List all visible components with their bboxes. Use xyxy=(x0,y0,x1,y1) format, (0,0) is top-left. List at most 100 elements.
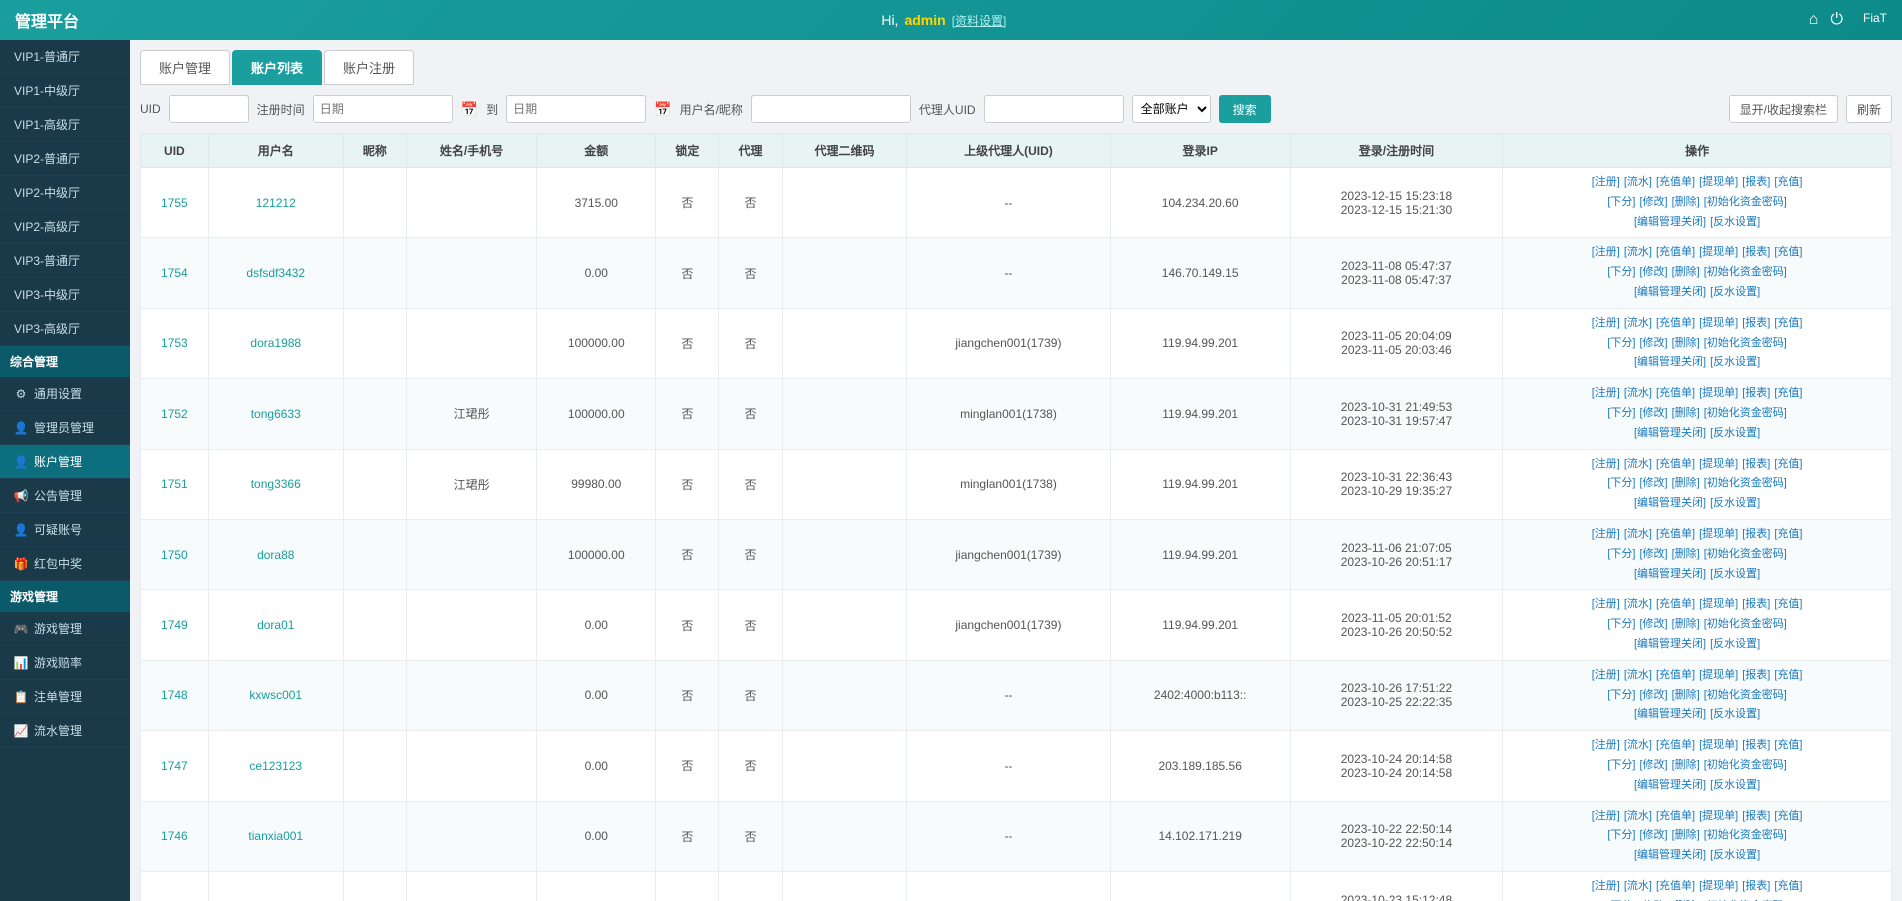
action-初始化资金密码-link[interactable]: [初始化资金密码] xyxy=(1704,407,1787,419)
date-from-calendar-icon[interactable]: 📅 xyxy=(461,101,478,118)
action-提现单-link[interactable]: [提现单] xyxy=(1699,387,1738,399)
uid-cell-link[interactable]: 1749 xyxy=(161,618,188,632)
action-初始化资金密码-link[interactable]: [初始化资金密码] xyxy=(1704,477,1787,489)
action-流水-link[interactable]: [流水] xyxy=(1624,176,1652,188)
action-流水-link[interactable]: [流水] xyxy=(1624,528,1652,540)
action-充值-link[interactable]: [充值] xyxy=(1774,458,1802,470)
action-提现单-link[interactable]: [提现单] xyxy=(1699,458,1738,470)
action-下分-link[interactable]: [下分] xyxy=(1607,266,1635,278)
action-流水-link[interactable]: [流水] xyxy=(1624,810,1652,822)
username-cell-link[interactable]: dsfsdf3432 xyxy=(246,266,305,280)
action-下分-link[interactable]: [下分] xyxy=(1607,618,1635,630)
username-cell-link[interactable]: tong3366 xyxy=(251,477,301,491)
action-删除-link[interactable]: [删除] xyxy=(1672,477,1700,489)
action-报表-link[interactable]: [报表] xyxy=(1742,246,1770,258)
action-报表-link[interactable]: [报表] xyxy=(1742,387,1770,399)
action-充值单-link[interactable]: [充值单] xyxy=(1656,387,1695,399)
action-充值-link[interactable]: [充值] xyxy=(1774,810,1802,822)
sidebar-item-notice-management[interactable]: 📢公告管理 xyxy=(0,479,130,513)
uid-cell-link[interactable]: 1747 xyxy=(161,759,188,773)
tab-account-mgmt[interactable]: 账户管理 xyxy=(140,50,230,85)
uid-cell-link[interactable]: 1755 xyxy=(161,196,188,210)
action-修改-link[interactable]: [修改] xyxy=(1639,829,1667,841)
action-修改-link[interactable]: [修改] xyxy=(1639,337,1667,349)
action-初始化资金密码-link[interactable]: [初始化资金密码] xyxy=(1704,759,1787,771)
action-编辑管理关闭-link[interactable]: [编辑管理关闭] xyxy=(1634,708,1706,720)
action-充值单-link[interactable]: [充值单] xyxy=(1656,246,1695,258)
action-充值-link[interactable]: [充值] xyxy=(1774,880,1802,892)
action-充值-link[interactable]: [充值] xyxy=(1774,387,1802,399)
action-初始化资金密码-link[interactable]: [初始化资金密码] xyxy=(1704,689,1787,701)
action-报表-link[interactable]: [报表] xyxy=(1742,669,1770,681)
action-删除-link[interactable]: [删除] xyxy=(1672,266,1700,278)
action-流水-link[interactable]: [流水] xyxy=(1624,387,1652,399)
action-删除-link[interactable]: [删除] xyxy=(1672,548,1700,560)
refresh-button[interactable]: 刷新 xyxy=(1846,95,1892,123)
sidebar-item-redpacket-win[interactable]: 🎁红包中奖 xyxy=(0,547,130,581)
action-删除-link[interactable]: [删除] xyxy=(1672,407,1700,419)
sidebar-item-vip3-mid[interactable]: VIP3-中级厅 xyxy=(0,278,130,312)
action-注册-link[interactable]: [注册] xyxy=(1592,880,1620,892)
action-报表-link[interactable]: [报表] xyxy=(1742,739,1770,751)
uid-cell-link[interactable]: 1751 xyxy=(161,477,188,491)
action-反水设置-link[interactable]: [反水设置] xyxy=(1710,286,1760,298)
action-注册-link[interactable]: [注册] xyxy=(1592,176,1620,188)
action-报表-link[interactable]: [报表] xyxy=(1742,528,1770,540)
action-删除-link[interactable]: [删除] xyxy=(1672,337,1700,349)
action-充值-link[interactable]: [充值] xyxy=(1774,317,1802,329)
action-编辑管理关闭-link[interactable]: [编辑管理关闭] xyxy=(1634,638,1706,650)
action-提现单-link[interactable]: [提现单] xyxy=(1699,528,1738,540)
action-提现单-link[interactable]: [提现单] xyxy=(1699,669,1738,681)
action-修改-link[interactable]: [修改] xyxy=(1639,407,1667,419)
action-提现单-link[interactable]: [提现单] xyxy=(1699,880,1738,892)
sidebar-item-vip2-normal[interactable]: VIP2-普通厅 xyxy=(0,142,130,176)
action-注册-link[interactable]: [注册] xyxy=(1592,810,1620,822)
action-初始化资金密码-link[interactable]: [初始化资金密码] xyxy=(1704,548,1787,560)
sidebar-item-vip1-high[interactable]: VIP1-高级厅 xyxy=(0,108,130,142)
action-注册-link[interactable]: [注册] xyxy=(1592,598,1620,610)
action-修改-link[interactable]: [修改] xyxy=(1639,477,1667,489)
action-注册-link[interactable]: [注册] xyxy=(1592,458,1620,470)
action-报表-link[interactable]: [报表] xyxy=(1742,880,1770,892)
username-input[interactable] xyxy=(751,95,911,123)
action-初始化资金密码-link[interactable]: [初始化资金密码] xyxy=(1704,266,1787,278)
action-修改-link[interactable]: [修改] xyxy=(1639,196,1667,208)
action-充值-link[interactable]: [充值] xyxy=(1774,176,1802,188)
action-充值单-link[interactable]: [充值单] xyxy=(1656,880,1695,892)
action-流水-link[interactable]: [流水] xyxy=(1624,317,1652,329)
action-删除-link[interactable]: [删除] xyxy=(1672,196,1700,208)
action-报表-link[interactable]: [报表] xyxy=(1742,598,1770,610)
action-流水-link[interactable]: [流水] xyxy=(1624,739,1652,751)
sidebar-item-vip2-mid[interactable]: VIP2-中级厅 xyxy=(0,176,130,210)
action-充值单-link[interactable]: [充值单] xyxy=(1656,669,1695,681)
action-充值-link[interactable]: [充值] xyxy=(1774,739,1802,751)
sidebar-item-general-settings[interactable]: ⚙通用设置 xyxy=(0,377,130,411)
action-充值单-link[interactable]: [充值单] xyxy=(1656,739,1695,751)
sidebar-item-suspicious-account[interactable]: 👤可疑账号 xyxy=(0,513,130,547)
action-编辑管理关闭-link[interactable]: [编辑管理关闭] xyxy=(1634,286,1706,298)
uid-cell-link[interactable]: 1750 xyxy=(161,548,188,562)
date-to-input[interactable] xyxy=(506,95,646,123)
action-反水设置-link[interactable]: [反水设置] xyxy=(1710,497,1760,509)
action-下分-link[interactable]: [下分] xyxy=(1607,477,1635,489)
sidebar-item-admin-management[interactable]: 👤管理员管理 xyxy=(0,411,130,445)
action-提现单-link[interactable]: [提现单] xyxy=(1699,246,1738,258)
action-编辑管理关闭-link[interactable]: [编辑管理关闭] xyxy=(1634,779,1706,791)
sidebar-item-account-management[interactable]: 👤账户管理 xyxy=(0,445,130,479)
action-编辑管理关闭-link[interactable]: [编辑管理关闭] xyxy=(1634,497,1706,509)
action-初始化资金密码-link[interactable]: [初始化资金密码] xyxy=(1704,196,1787,208)
action-充值单-link[interactable]: [充值单] xyxy=(1656,810,1695,822)
action-反水设置-link[interactable]: [反水设置] xyxy=(1710,216,1760,228)
action-编辑管理关闭-link[interactable]: [编辑管理关闭] xyxy=(1634,216,1706,228)
action-充值-link[interactable]: [充值] xyxy=(1774,669,1802,681)
action-初始化资金密码-link[interactable]: [初始化资金密码] xyxy=(1704,337,1787,349)
tab-account-reg[interactable]: 账户注册 xyxy=(324,50,414,85)
action-充值-link[interactable]: [充值] xyxy=(1774,528,1802,540)
uid-cell-link[interactable]: 1748 xyxy=(161,688,188,702)
action-初始化资金密码-link[interactable]: [初始化资金密码] xyxy=(1704,829,1787,841)
action-充值单-link[interactable]: [充值单] xyxy=(1656,458,1695,470)
action-充值-link[interactable]: [充值] xyxy=(1774,598,1802,610)
action-流水-link[interactable]: [流水] xyxy=(1624,669,1652,681)
sidebar-item-game-management[interactable]: 🎮游戏管理 xyxy=(0,612,130,646)
action-报表-link[interactable]: [报表] xyxy=(1742,317,1770,329)
